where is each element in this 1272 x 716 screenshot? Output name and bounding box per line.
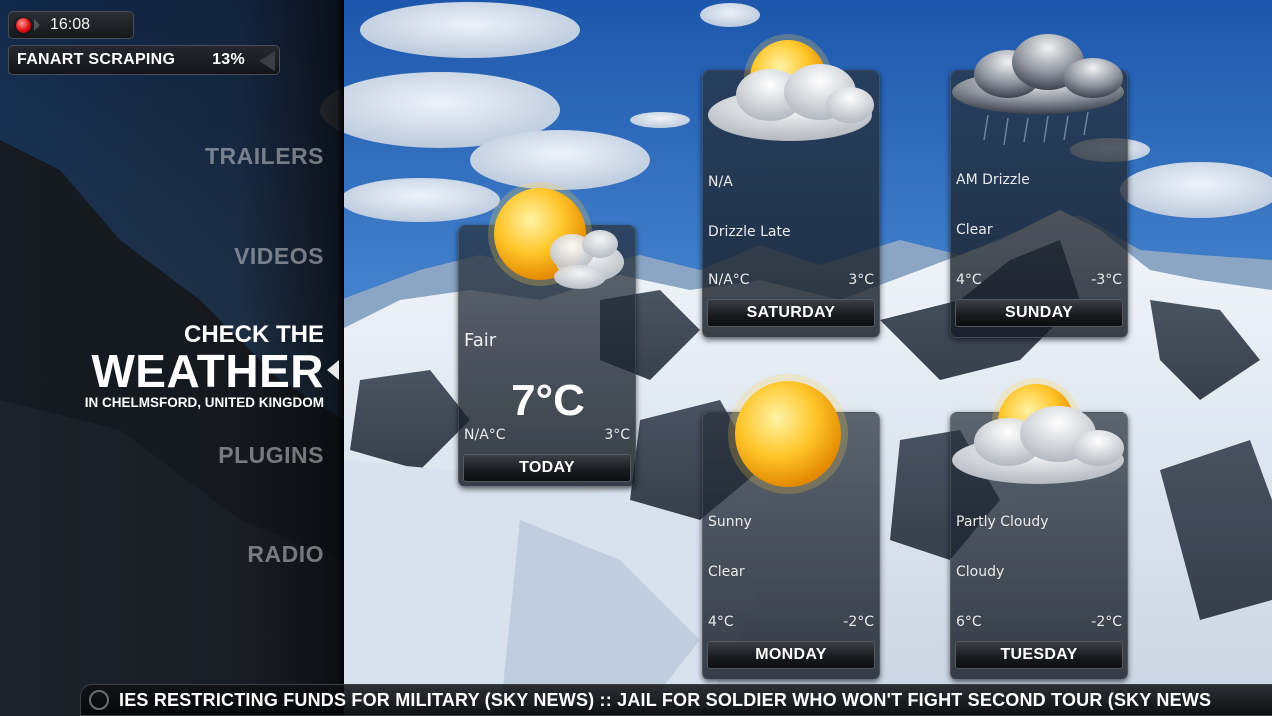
sun-cloud-icon (708, 34, 874, 141)
forecast-low: 4°C (708, 614, 734, 630)
today-condition: Fair (464, 330, 497, 351)
forecast-line2: Clear (956, 222, 993, 238)
scraping-label: FANART SCRAPING (17, 51, 176, 68)
scraping-percent: 13% (212, 51, 245, 68)
forecast-line1: N/A (708, 174, 733, 190)
forecast-low: N/A°C (708, 272, 750, 288)
forecast-line1: Sunny (708, 514, 752, 530)
forecast-day-button[interactable]: SUNDAY (955, 299, 1123, 327)
today-temperature: 7°C (511, 376, 585, 425)
news-ticker: IES RESTRICTING FUNDS FOR MILITARY (SKY … (80, 684, 1272, 716)
menu-item-weather[interactable]: CHECK THE WEATHER IN CHELMSFORD, UNITED … (20, 322, 324, 412)
ticker-text: IES RESTRICTING FUNDS FOR MILITARY (SKY … (119, 689, 1212, 710)
forecast-high: 3°C (848, 272, 874, 288)
forecast-high: -3°C (1091, 272, 1122, 288)
sun-icon (728, 374, 848, 494)
forecast-day-button[interactable]: MONDAY (707, 641, 875, 669)
selection-pointer-icon (327, 360, 339, 380)
today-low: N/A°C (464, 427, 506, 443)
forecast-high: -2°C (843, 614, 874, 630)
clock-time: 16:08 (50, 16, 91, 33)
sun-cloud-icon (952, 378, 1124, 484)
active-item-location: IN CHELMSFORD, UNITED KINGDOM (84, 395, 324, 410)
clock-widget: 16:08 (8, 11, 134, 39)
fanart-scraping-status: FANART SCRAPING 13% (8, 45, 280, 75)
menu-item-plugins[interactable]: PLUGINS (150, 442, 324, 469)
today-day-button[interactable]: TODAY (463, 454, 631, 482)
arrow-right-icon (34, 19, 40, 31)
forecast-line2: Drizzle Late (708, 224, 791, 240)
forecast-line1: AM Drizzle (956, 172, 1030, 188)
forecast-day-button[interactable]: TUESDAY (955, 641, 1123, 669)
forecast-line2: Cloudy (956, 564, 1005, 580)
forecast-line1: Partly Cloudy (956, 514, 1049, 530)
menu-item-radio[interactable]: RADIO (150, 541, 324, 568)
menu-item-trailers[interactable]: TRAILERS (150, 143, 324, 170)
forecast-day-button[interactable]: SATURDAY (707, 299, 875, 327)
ticker-ring-icon (89, 690, 109, 710)
active-item-title: WEATHER (91, 345, 324, 397)
forecast-low: 6°C (956, 614, 982, 630)
forecast-high: -2°C (1091, 614, 1122, 630)
partly-sunny-icon (488, 182, 624, 289)
forecast-line2: Clear (708, 564, 745, 580)
forecast-low: 4°C (956, 272, 982, 288)
notch-arrow-icon (259, 51, 275, 71)
record-indicator-icon (16, 17, 31, 33)
drizzle-cloud-icon (952, 34, 1124, 146)
today-high: 3°C (604, 427, 630, 443)
menu-item-videos[interactable]: VIDEOS (150, 243, 324, 270)
